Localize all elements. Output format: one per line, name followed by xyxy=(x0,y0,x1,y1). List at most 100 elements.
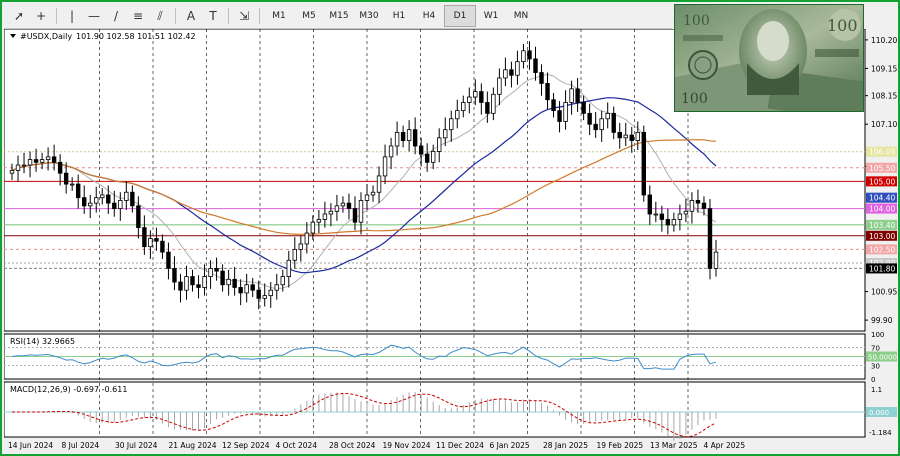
candle-body xyxy=(51,156,57,163)
candle-body xyxy=(430,151,436,163)
candle-body xyxy=(382,156,388,177)
candle-body xyxy=(641,131,647,196)
candle-body xyxy=(346,202,352,209)
rsi-axis-label: 0 xyxy=(871,376,875,384)
candle-body xyxy=(617,131,622,139)
candle-body xyxy=(82,197,87,207)
candle-body xyxy=(316,219,322,223)
text-icon[interactable]: A xyxy=(180,6,202,26)
candle-body xyxy=(310,221,316,234)
candle-body xyxy=(160,240,165,253)
candle-body xyxy=(569,88,574,103)
toolbar-separator xyxy=(259,8,260,24)
price-axis-label: 108.15 xyxy=(871,92,897,101)
timeframe-w1[interactable]: W1 xyxy=(476,6,506,26)
candle-body xyxy=(437,137,442,152)
macd-axis-label: 1.1 xyxy=(871,386,882,394)
candle-body xyxy=(449,118,454,131)
channel-icon[interactable]: ⫽ xyxy=(149,6,171,26)
text-label-icon[interactable]: T xyxy=(202,6,224,26)
candle-body xyxy=(527,50,532,60)
timeframe-mn[interactable]: MN xyxy=(506,6,536,26)
timeframe-h1[interactable]: H1 xyxy=(384,6,414,26)
candle-body xyxy=(250,284,255,291)
candle-body xyxy=(424,153,430,163)
candle-body xyxy=(45,156,51,160)
timeframe-m15[interactable]: M15 xyxy=(324,6,354,26)
x-tick-label: 28 Jan 2025 xyxy=(543,441,588,450)
candle-body xyxy=(358,200,364,223)
trendline-icon[interactable]: / xyxy=(105,6,127,26)
svg-text:100: 100 xyxy=(683,13,710,29)
horizontal-line-icon[interactable]: — xyxy=(83,6,105,26)
x-tick-label: 4 Oct 2024 xyxy=(276,441,318,450)
candle-body xyxy=(599,118,604,131)
candle-body xyxy=(695,200,701,204)
candle-body xyxy=(388,145,394,158)
x-tick-label: 28 Oct 2024 xyxy=(329,441,376,450)
candle-body xyxy=(545,83,550,101)
candle-body xyxy=(178,281,183,291)
candle-body xyxy=(226,278,231,286)
candle-body xyxy=(21,164,27,167)
toolbar-separator xyxy=(56,8,57,24)
x-tick-label: 19 Nov 2024 xyxy=(383,441,431,450)
vertical-line-icon[interactable]: | xyxy=(61,6,83,26)
candle-body xyxy=(274,284,279,291)
candle-body xyxy=(208,268,213,277)
candle-body xyxy=(551,99,556,112)
candle-body xyxy=(370,191,376,196)
candle-body xyxy=(701,202,707,209)
candle-body xyxy=(27,159,33,166)
terminal-window: ➚ + | — / ≡ ⫽ A T ⇲ M1 M5 M15 M30 H1 H4 D1 W1 MN 14 Jun 20… xyxy=(0,0,900,456)
candle-body xyxy=(322,213,328,220)
price-level-value: 106.09 xyxy=(869,148,895,157)
candle-body xyxy=(39,159,45,163)
candle-body xyxy=(443,129,448,139)
timeframe-h4[interactable]: H4 xyxy=(414,6,444,26)
candle-body xyxy=(455,110,460,120)
timeframe-m5[interactable]: M5 xyxy=(294,6,324,26)
candle-body xyxy=(503,69,508,79)
candle-body xyxy=(659,213,665,220)
candle-body xyxy=(262,295,267,299)
candle-body xyxy=(202,276,207,288)
crosshair-icon[interactable]: + xyxy=(30,6,52,26)
cursor-icon[interactable]: ➚ xyxy=(8,6,30,26)
fibonacci-icon[interactable]: ≡ xyxy=(127,6,149,26)
candle-body xyxy=(142,227,147,248)
chart-ohlc: 101.90 102.58 101.51 102.42 xyxy=(76,32,196,41)
candle-body xyxy=(509,69,514,76)
candle-body xyxy=(166,251,171,269)
candle-body xyxy=(340,202,346,207)
candle-body xyxy=(605,112,610,120)
candle-body xyxy=(400,131,406,141)
candle-body xyxy=(136,205,141,229)
candle-body xyxy=(106,194,111,204)
rsi-axis-label: 70 xyxy=(871,345,880,353)
candle-body xyxy=(515,61,520,76)
drawing-toolbar: ➚ + | — / ≡ ⫽ A T ⇲ M1 M5 M15 M30 H1 H4 D1 W1 MN xyxy=(4,4,672,29)
macd-pane xyxy=(4,381,866,438)
candle-body xyxy=(683,210,689,215)
timeframe-m1[interactable]: M1 xyxy=(264,6,294,26)
candle-body xyxy=(63,172,69,185)
candle-body xyxy=(677,213,683,220)
toolbar-separator xyxy=(175,8,176,24)
price-level-value: 101.80 xyxy=(869,264,895,273)
svg-text:100: 100 xyxy=(681,91,708,107)
candle-body xyxy=(473,91,478,98)
candle-body xyxy=(57,161,63,174)
rsi-axis-label: 100 xyxy=(871,331,884,339)
arrows-icon[interactable]: ⇲ xyxy=(233,6,255,26)
candle-body xyxy=(461,102,466,112)
candle-body xyxy=(232,278,237,288)
x-tick-label: 4 Apr 2025 xyxy=(704,441,746,450)
chart-symbol: #USDX,Daily xyxy=(20,32,72,41)
x-tick-label: 30 Jul 2024 xyxy=(115,441,158,450)
x-tick-label: 12 Sep 2024 xyxy=(222,441,270,450)
candle-body xyxy=(214,268,219,272)
price-level-value: 105.00 xyxy=(869,177,895,186)
timeframe-d1[interactable]: D1 xyxy=(444,5,476,27)
timeframe-m30[interactable]: M30 xyxy=(354,6,384,26)
